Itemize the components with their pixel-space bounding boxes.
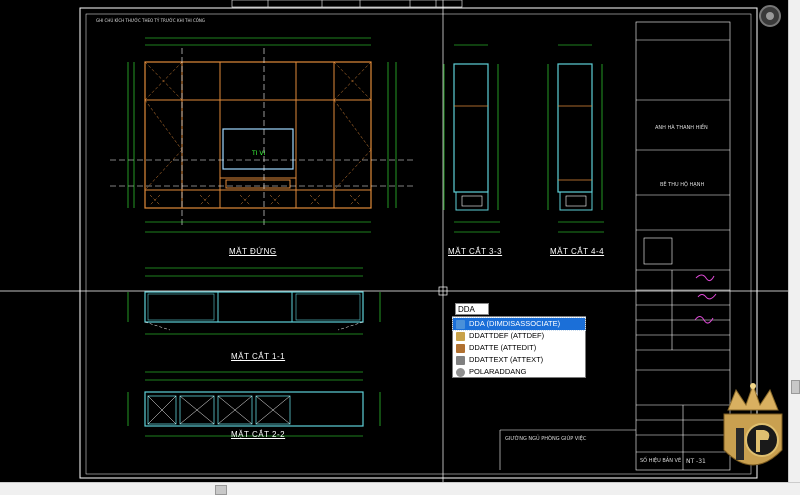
project-name: BÊ THU HỘ HẠNH	[660, 182, 705, 188]
horizontal-scroll-thumb[interactable]	[215, 485, 227, 495]
autocomplete-item[interactable]: DDATTE (ATTEDIT)	[453, 342, 585, 354]
tv-label: TI VI	[251, 150, 265, 157]
autocomplete-item[interactable]: DDATTEXT (ATTEXT)	[453, 354, 585, 366]
elevation-view: TI VI	[110, 37, 415, 233]
navigation-wheel-icon[interactable]	[759, 5, 781, 27]
top-stamp	[231, 0, 463, 8]
section-3-view	[443, 44, 500, 233]
command-autocomplete-list: DDA (DIMDISASSOCIATE) DDATTDEF (ATTDEF) …	[452, 316, 586, 378]
section-4-view	[547, 44, 604, 233]
polaraddang-icon	[456, 367, 465, 377]
bottom-title: GIƯỜNG NGỦ PHÒNG GIÚP VIỆC	[505, 436, 587, 442]
section-3-title: MẶT CẮT 3-3	[448, 247, 503, 256]
section-1-view	[127, 267, 381, 335]
signatures	[694, 274, 717, 324]
attdef-icon	[456, 331, 465, 341]
autocomplete-item-label: DDATTEXT (ATTEXT)	[469, 355, 544, 364]
watermark-logo	[723, 383, 783, 466]
elevation-title: MẶT ĐỨNG	[229, 247, 277, 256]
dimdisassociate-icon	[456, 319, 465, 329]
section-2-title: MẶT CẮT 2-2	[231, 430, 286, 439]
autocomplete-item[interactable]: DDA (DIMDISASSOCIATE)	[452, 317, 586, 331]
autocomplete-item[interactable]: DDATTDEF (ATTDEF)	[453, 330, 585, 342]
section-1-title: MẶT CẮT 1-1	[231, 352, 286, 361]
autocomplete-item-label: DDATTDEF (ATTDEF)	[469, 331, 545, 340]
attedit-icon	[456, 343, 465, 353]
drawing-svg: TI VI	[0, 0, 788, 483]
company-name: ANH HÀ THANH HIỀN	[655, 125, 708, 131]
autocomplete-item[interactable]: POLARADDANG	[453, 366, 585, 378]
autocomplete-item-label: DDATTE (ATTEDIT)	[469, 343, 537, 352]
sheet-label: SỐ HIỆU BẢN VẼ	[640, 458, 682, 464]
autocomplete-item-label: DDA (DIMDISASSOCIATE)	[469, 319, 561, 328]
command-input[interactable]: DDA	[455, 303, 489, 315]
attext-icon	[456, 355, 465, 365]
sheet-number: NT -31	[686, 458, 706, 465]
cad-drawing-canvas[interactable]: TI VI MẶT ĐỨNG MẶT CẮT 3-3 MẶT CẮT 4-4 M…	[0, 0, 800, 495]
section-4-title: MẶT CẮT 4-4	[550, 247, 605, 256]
notes-title: GHI CHÚ KÍCH THƯỚC THEO TỶ TRƯỚC KHI THI…	[96, 18, 205, 23]
horizontal-scrollbar[interactable]	[0, 482, 800, 495]
title-block	[499, 21, 731, 471]
vertical-scroll-thumb[interactable]	[791, 380, 800, 394]
crosshair-cursor	[0, 0, 788, 483]
section-2-view	[127, 371, 381, 437]
autocomplete-item-label: POLARADDANG	[469, 367, 527, 376]
